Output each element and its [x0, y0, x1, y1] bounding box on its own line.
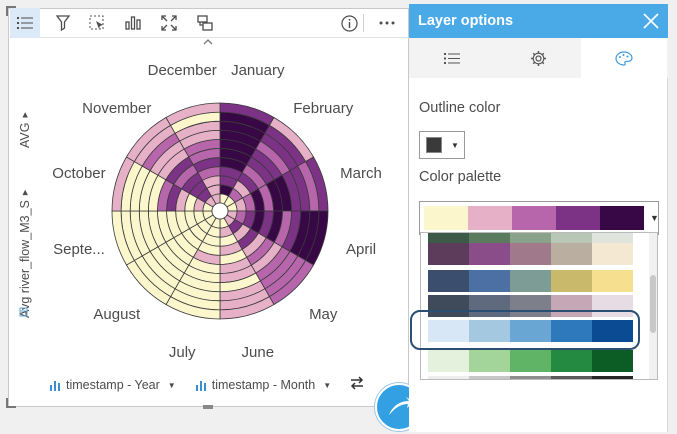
palette-swatch	[510, 233, 551, 243]
left-axis-field-label: Avg river_flow_M3_S	[18, 200, 32, 318]
bar-field-icon	[195, 380, 206, 391]
close-icon[interactable]	[641, 11, 661, 31]
field-type-icon	[19, 304, 28, 317]
left-axis-top-selector[interactable]: AVG ▶	[18, 112, 32, 148]
tab-settings[interactable]	[495, 38, 581, 78]
outline-color-picker[interactable]: ▼	[419, 131, 465, 159]
dropdown-arrow-icon: ▼	[323, 380, 332, 390]
palette-option[interactable]	[428, 233, 633, 243]
palette-swatch	[510, 350, 551, 372]
dropdown-arrow-icon: ▶	[22, 189, 29, 196]
palette-swatch	[428, 270, 469, 292]
palette-option[interactable]	[428, 270, 633, 292]
panel-header: Layer options	[409, 4, 668, 38]
dropdown-arrow-icon: ▼	[451, 140, 459, 150]
palette-swatch	[551, 270, 592, 292]
palette-swatch	[551, 376, 592, 379]
month-label: November	[82, 100, 151, 117]
palette-swatch	[592, 350, 633, 372]
swap-axes-icon[interactable]	[350, 376, 364, 395]
palette-swatch	[512, 206, 556, 230]
palette-swatch	[428, 243, 469, 265]
scrollbar-thumb[interactable]	[650, 275, 656, 333]
month-label: October	[52, 165, 105, 182]
palette-swatch	[424, 206, 468, 230]
dropdown-arrow-icon: ▼	[167, 380, 176, 390]
palette-option[interactable]	[428, 350, 633, 372]
palette-swatch	[600, 206, 644, 230]
palette-swatch	[428, 350, 469, 372]
palette-list-scrollbar[interactable]	[649, 233, 657, 379]
y-field-selector[interactable]: timestamp - Month ▼	[195, 378, 332, 392]
palette-highlight-callout	[410, 310, 640, 350]
dropdown-arrow-icon: ▶	[22, 112, 29, 118]
palette-swatch	[551, 350, 592, 372]
palette-swatch	[556, 206, 600, 230]
month-label: August	[93, 306, 141, 323]
axis-field-bar: timestamp - Year ▼ timestamp - Month ▼	[50, 377, 351, 393]
month-label: Septe...	[53, 241, 105, 258]
left-axis-field-selector[interactable]: Avg river_flow_M3_S ▶	[18, 190, 32, 318]
left-axis-top-label: AVG	[18, 122, 32, 148]
palette-option[interactable]	[428, 243, 633, 265]
outline-color-swatch	[426, 137, 442, 153]
color-palette-dropdown[interactable]: ▼	[419, 201, 659, 235]
palette-swatch	[469, 376, 510, 379]
month-label: January	[231, 62, 285, 79]
outline-color-label: Outline color	[419, 100, 501, 116]
month-label: March	[340, 165, 382, 182]
palette-swatch	[468, 206, 512, 230]
gear-icon	[530, 50, 546, 66]
legend-list-icon	[444, 52, 460, 64]
palette-swatch	[510, 376, 551, 379]
palette-icon	[615, 50, 633, 66]
tab-style[interactable]	[581, 38, 667, 78]
palette-swatch	[469, 233, 510, 243]
chart-center	[211, 202, 229, 220]
palette-swatch	[469, 350, 510, 372]
y-field-label: timestamp - Month	[211, 378, 316, 392]
palette-swatch	[428, 233, 469, 243]
palette-swatch	[592, 376, 633, 379]
month-label: February	[293, 100, 354, 117]
palette-option[interactable]	[428, 376, 633, 379]
palette-swatch	[592, 270, 633, 292]
month-label: April	[346, 241, 376, 258]
palette-swatch	[469, 243, 510, 265]
selected-palette-swatches	[424, 206, 644, 230]
month-label: July	[169, 344, 196, 361]
palette-swatch	[510, 270, 551, 292]
radial-heat-chart[interactable]: January February March April May June July Augu…	[8, 8, 409, 407]
panel-tabs	[409, 38, 668, 78]
month-label: May	[309, 306, 338, 323]
palette-options-list	[420, 232, 658, 380]
x-field-label: timestamp - Year	[66, 378, 160, 392]
color-palette-label: Color palette	[419, 169, 502, 185]
month-label: June	[242, 344, 275, 361]
palette-swatch	[428, 376, 469, 379]
tab-legend[interactable]	[409, 38, 495, 78]
palette-swatch	[592, 243, 633, 265]
month-label: December	[148, 62, 217, 79]
palette-swatch	[592, 233, 633, 243]
palette-swatch	[551, 233, 592, 243]
bar-field-icon	[50, 380, 60, 391]
dropdown-arrow-icon: ▼	[650, 213, 659, 223]
palette-swatch	[510, 243, 551, 265]
palette-swatch	[551, 243, 592, 265]
x-field-selector[interactable]: timestamp - Year ▼	[50, 378, 176, 392]
palette-swatch	[469, 270, 510, 292]
panel-title: Layer options	[418, 13, 514, 29]
